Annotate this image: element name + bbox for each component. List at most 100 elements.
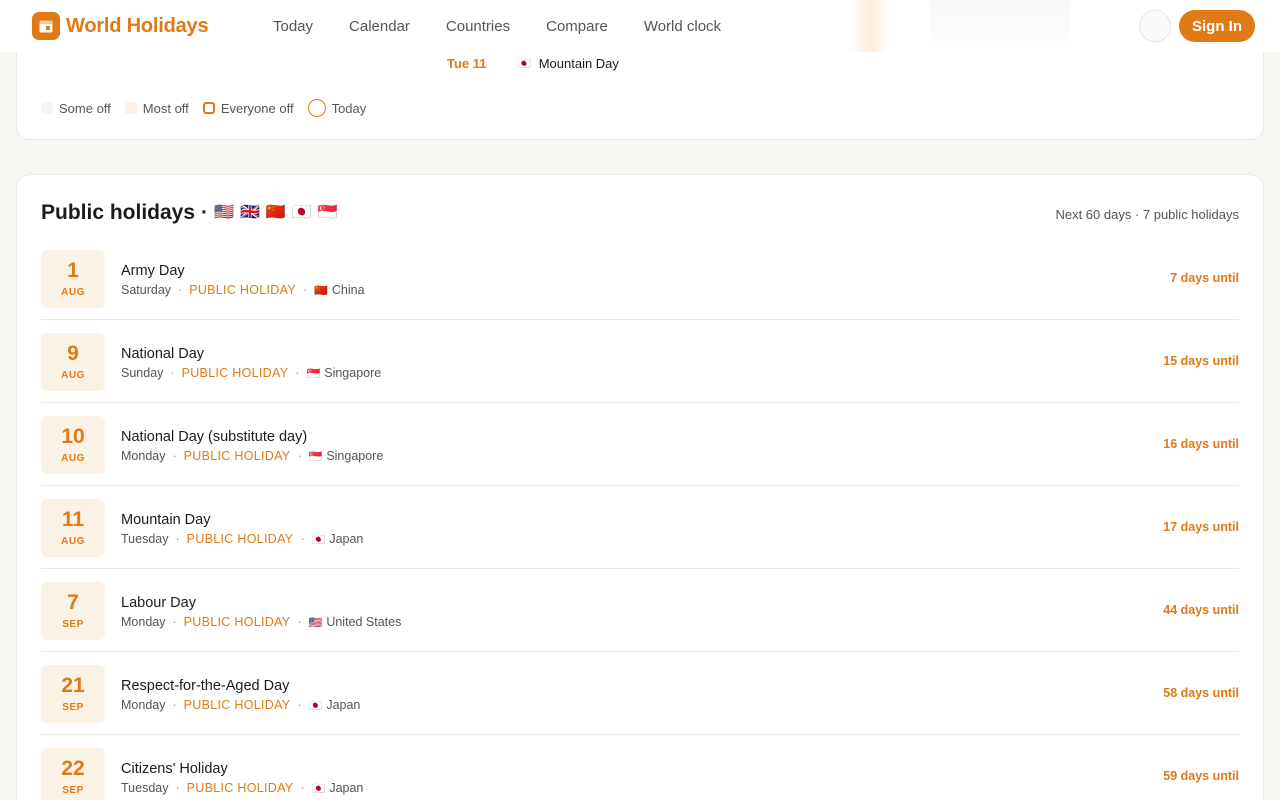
holiday-country: United States [326,615,402,629]
holiday-meta: Monday · PUBLIC HOLIDAY · 🇺🇸 United Stat… [121,615,402,629]
japan-flag-icon: 🇯🇵 [311,533,326,546]
today-ring-icon [307,99,326,117]
holiday-meta: Monday · PUBLIC HOLIDAY · 🇯🇵 Japan [121,698,361,712]
date-day: 7 [67,591,79,614]
date-day: 9 [67,342,79,365]
uk-flag-icon: 🇬🇧 [239,204,260,221]
china-flag-icon: 🇨🇳 [314,284,328,297]
holiday-name: National Day (substitute day) [121,429,308,445]
holiday-type: PUBLIC HOLIDAY [183,698,291,712]
holiday-weekday: Tuesday [121,532,169,546]
site-header: World Holidays Today Calendar Countries … [0,0,1280,52]
legend-today-label: Today [331,100,367,116]
legend-everyone-off-label: Everyone off [220,100,294,116]
singapore-flag-icon: 🇸🇬 [306,367,321,380]
japan-flag-icon: 🇯🇵 [517,58,531,70]
date-month: AUG [61,453,85,464]
holiday-type: PUBLIC HOLIDAY [183,615,291,629]
date-month: AUG [61,370,85,381]
holiday-weekday: Monday [121,449,166,463]
theme-toggle-button[interactable] [1139,10,1171,42]
date-month: SEP [62,702,84,713]
holiday-name: Mountain Day [121,512,211,528]
days-until: 16 days until [1163,437,1239,451]
logo-text: World Holidays [66,14,209,37]
holiday-country: Japan [326,698,361,712]
holiday-row[interactable]: 22 SEP Citizens' Holiday Tuesday · PUBLI… [41,735,1239,800]
date-badge: 7 SEP [41,582,105,640]
holiday-type: PUBLIC HOLIDAY [183,449,291,463]
holiday-row[interactable]: 10 AUG National Day (substitute day) Mon… [41,403,1239,486]
holiday-country: Singapore [324,366,382,380]
nav-today[interactable]: Today [255,18,331,35]
holiday-country: China [331,283,365,297]
date-badge: 10 AUG [41,416,105,474]
holiday-weekday: Monday [121,615,166,629]
legend-most-off: Most off [124,100,189,116]
holiday-type: PUBLIC HOLIDAY [186,532,294,546]
holiday-name: National Day [121,346,205,362]
japan-flag-icon: 🇯🇵 [308,699,323,712]
date-badge: 9 AUG [41,333,105,391]
holiday-row[interactable]: 9 AUG National Day Sunday · PUBLIC HOLID… [41,320,1239,403]
holiday-weekday: Tuesday [121,781,169,795]
nav-countries[interactable]: Countries [428,18,528,35]
some-off-swatch-icon [41,102,53,114]
days-until: 59 days until [1163,769,1239,783]
japan-flag-icon: 🇯🇵 [291,204,312,221]
japan-flag-icon: 🇯🇵 [311,782,326,795]
holiday-meta: Tuesday · PUBLIC HOLIDAY · 🇯🇵 Japan [121,532,364,546]
date-day: 11 [61,508,85,531]
calendar-peek-date: Tue 11 [447,56,487,71]
holiday-meta: Monday · PUBLIC HOLIDAY · 🇸🇬 Singapore [121,449,384,463]
holiday-row[interactable]: 1 AUG Army Day Saturday · PUBLIC HOLIDAY… [41,237,1239,320]
holiday-type: PUBLIC HOLIDAY [189,283,296,297]
legend-some-off-label: Some off [59,100,111,116]
date-badge: 22 SEP [41,748,105,800]
country-flags: 🇺🇸 🇬🇧 🇨🇳 🇯🇵 🇸🇬 [214,205,338,221]
public-holidays-card: Public holidays · 🇺🇸 🇬🇧 🇨🇳 🇯🇵 🇸🇬 Next 60… [16,174,1264,800]
everyone-off-swatch-icon [202,102,215,114]
holiday-row[interactable]: 7 SEP Labour Day Monday · PUBLIC HOLIDAY… [41,569,1239,652]
date-badge: 11 AUG [41,499,105,557]
legend-today: Today [307,99,367,117]
nav-compare[interactable]: Compare [528,18,626,35]
card-header: Public holidays · 🇺🇸 🇬🇧 🇨🇳 🇯🇵 🇸🇬 [41,201,338,225]
date-month: AUG [61,536,85,547]
holiday-name: Citizens' Holiday [121,761,228,777]
date-badge: 1 AUG [41,250,105,308]
holiday-name: Army Day [121,263,185,279]
calendar-logo-icon [32,12,60,40]
singapore-flag-icon: 🇸🇬 [308,450,323,463]
sign-in-button[interactable]: Sign In [1179,10,1255,42]
date-day: 22 [61,757,85,780]
calendar-legend: Some off Most off Everyone off Today [41,99,366,117]
most-off-swatch-icon [124,102,137,114]
legend-most-off-label: Most off [142,100,189,116]
nav-world-clock[interactable]: World clock [626,18,739,35]
date-day: 21 [61,674,85,697]
holiday-row[interactable]: 21 SEP Respect-for-the-Aged Day Monday ·… [41,652,1239,735]
nav-calendar[interactable]: Calendar [331,18,428,35]
card-title: Public holidays [41,201,196,224]
legend-some-off: Some off [41,101,111,116]
main-nav: Today Calendar Countries Compare World c… [255,0,739,52]
date-day: 1 [67,259,79,282]
calendar-peek-row[interactable]: Tue 11 🇯🇵 Mountain Day [447,56,619,71]
holiday-weekday: Sunday [121,366,164,380]
days-until: 17 days until [1163,520,1239,534]
holiday-weekday: Monday [121,698,166,712]
holiday-row[interactable]: 11 AUG Mountain Day Tuesday · PUBLIC HOL… [41,486,1239,569]
singapore-flag-icon: 🇸🇬 [317,204,338,221]
date-day: 10 [61,425,85,448]
logo[interactable]: World Holidays [32,12,209,40]
holiday-weekday: Saturday [121,283,172,297]
us-flag-icon: 🇺🇸 [308,616,323,629]
us-flag-icon: 🇺🇸 [214,204,234,221]
holiday-meta: Tuesday · PUBLIC HOLIDAY · 🇯🇵 Japan [121,781,364,795]
holiday-list: 1 AUG Army Day Saturday · PUBLIC HOLIDAY… [41,237,1239,800]
days-until: 44 days until [1163,603,1239,617]
holiday-name: Respect-for-the-Aged Day [121,678,290,694]
holiday-type: PUBLIC HOLIDAY [181,366,289,380]
holiday-type: PUBLIC HOLIDAY [186,781,294,795]
